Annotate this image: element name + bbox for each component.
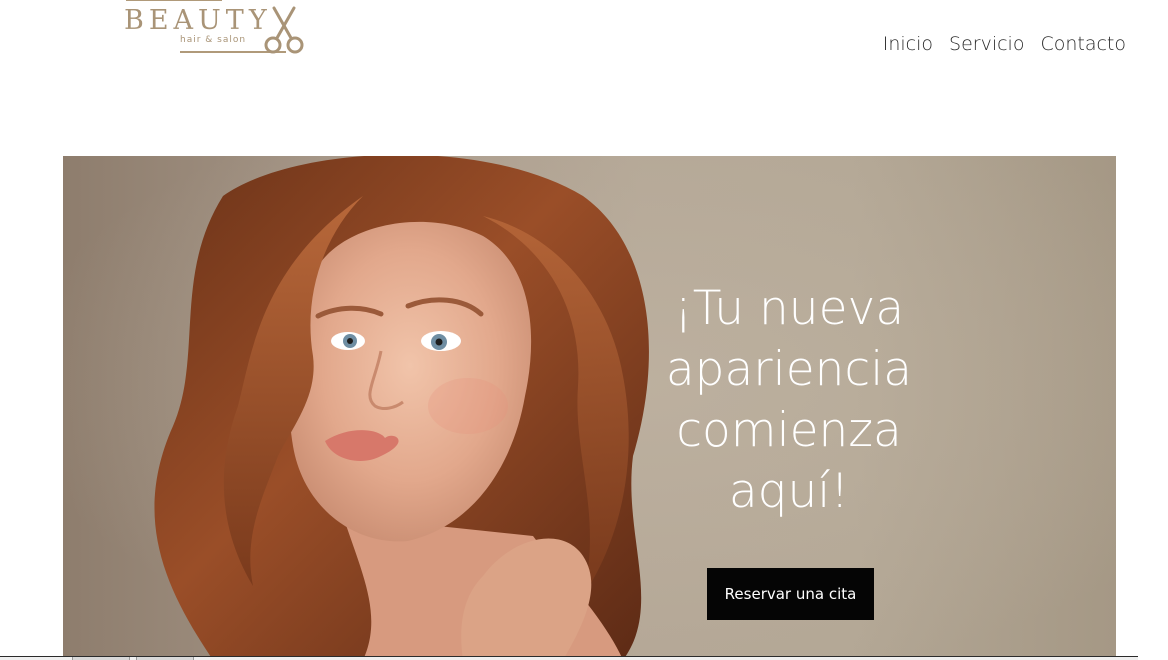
book-appointment-button[interactable]: Reservar una cita xyxy=(707,568,874,620)
main-nav: Inicio Servicio Contacto xyxy=(883,30,1126,58)
hero-heading-line: aquí! xyxy=(728,464,850,519)
hero-heading: ¡Tu nueva apariencia comienza aquí! xyxy=(639,278,939,522)
nav-link-inicio[interactable]: Inicio xyxy=(883,30,933,58)
hero-heading-line: ¡Tu nueva xyxy=(673,281,905,336)
hero-banner: ¡Tu nueva apariencia comienza aquí! Rese… xyxy=(63,156,1116,660)
brand-logo[interactable]: BEAUTY hair & salon xyxy=(120,0,310,60)
logo-wordmark: BEAUTY xyxy=(124,5,272,36)
portrait-photo xyxy=(63,156,1116,660)
logo-rule xyxy=(126,0,222,1)
nav-link-contacto[interactable]: Contacto xyxy=(1040,30,1126,58)
logo-tagline: hair & salon xyxy=(180,35,247,45)
nav-link-servicio[interactable]: Servicio xyxy=(949,30,1024,58)
hero-heading-line: comienza xyxy=(676,403,902,458)
scissors-icon xyxy=(264,6,304,54)
hero-heading-line: apariencia xyxy=(665,342,913,397)
